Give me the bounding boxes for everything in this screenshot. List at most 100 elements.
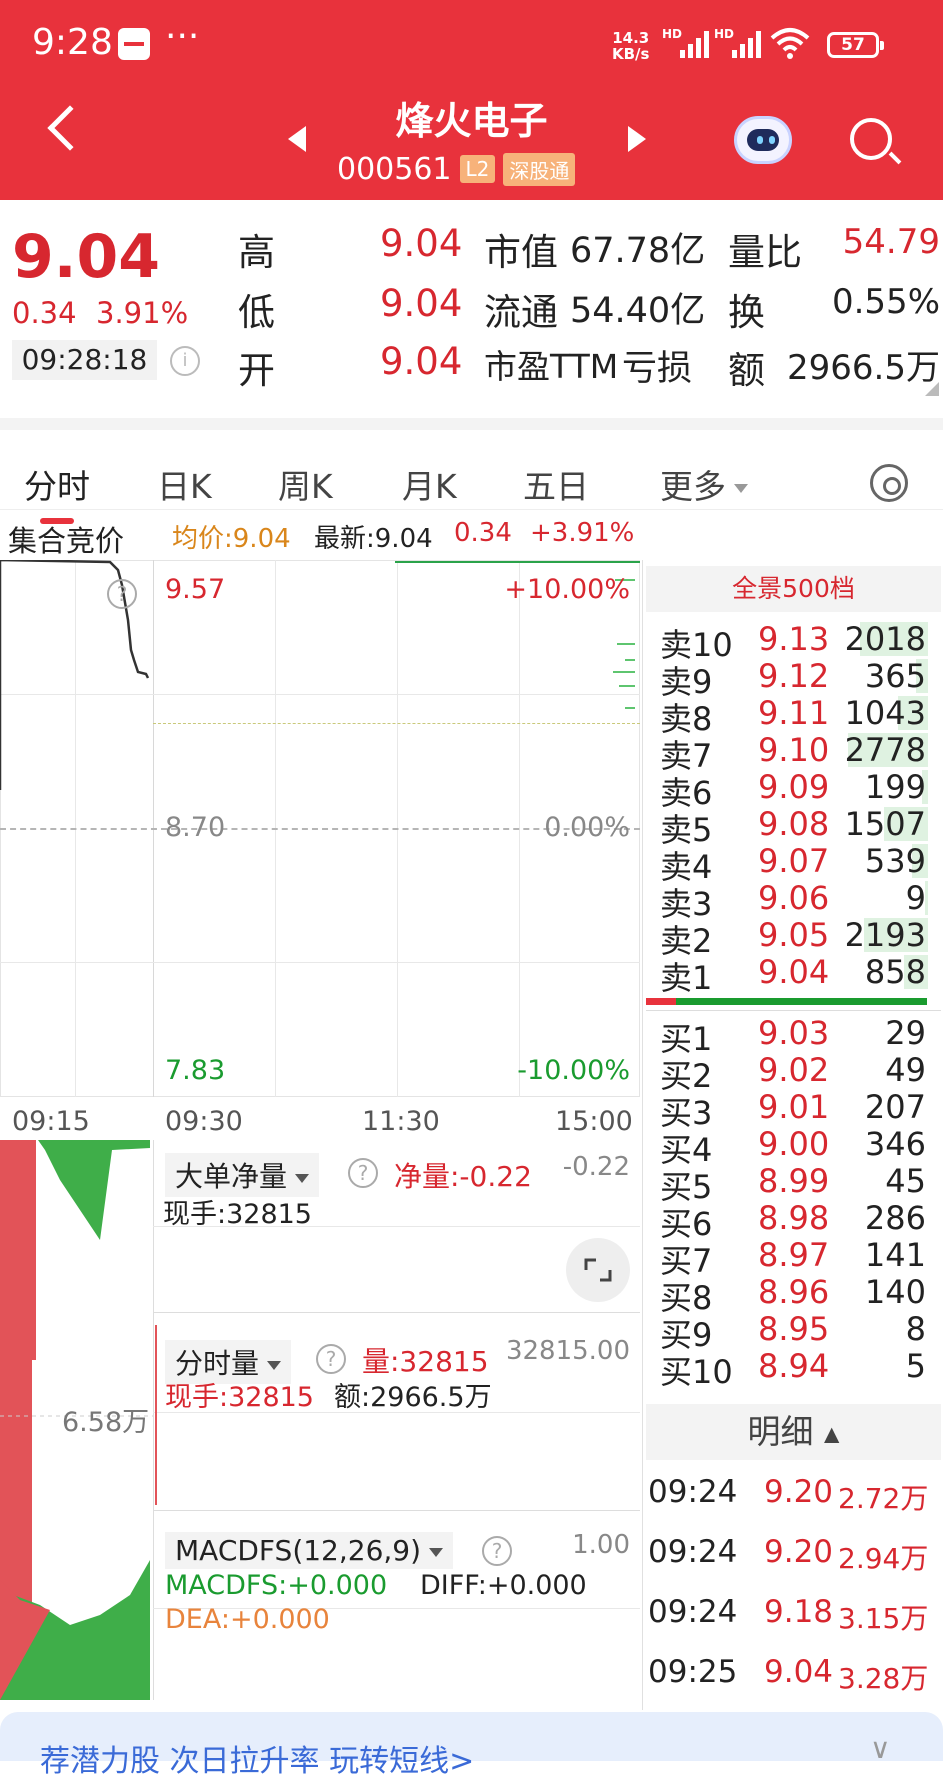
chevron-up-icon: ▲ bbox=[824, 1421, 840, 1446]
detail-time: 09:24 bbox=[648, 1594, 738, 1630]
tab-weekly-k[interactable]: 周K bbox=[278, 460, 333, 508]
grid-hline bbox=[0, 962, 640, 963]
buy-order-row[interactable]: 买6 8.98 286 bbox=[648, 1199, 938, 1243]
detail-time: 09:24 bbox=[648, 1474, 738, 1510]
buy-price: 9.00 bbox=[758, 1125, 830, 1163]
high-value: 9.04 bbox=[380, 222, 463, 265]
sell-order-row[interactable]: 卖5 9.08 1507 bbox=[648, 805, 938, 849]
spread-bar-green bbox=[676, 998, 927, 1005]
hd-label-1: HD bbox=[662, 27, 683, 41]
net-speed-unit: KB/s bbox=[612, 45, 650, 63]
sell-order-row[interactable]: 卖9 9.12 365 bbox=[648, 657, 938, 701]
promo-banner[interactable]: 荐潜力股 次日拉升率 玩转短线> ∨ bbox=[0, 1712, 943, 1779]
sell-price: 9.12 bbox=[758, 657, 830, 695]
float-label: 流通 bbox=[484, 291, 558, 334]
sell-order-row[interactable]: 卖8 9.11 1043 bbox=[648, 694, 938, 738]
avg-price: 均价:9.04 bbox=[172, 524, 291, 554]
tab-monthly-k[interactable]: 月K bbox=[402, 460, 457, 508]
battery-icon: 57 bbox=[827, 32, 884, 58]
help-icon[interactable]: ? bbox=[482, 1536, 512, 1566]
promo-text: 荐潜力股 次日拉升率 玩转短线> bbox=[40, 1744, 475, 1779]
tab-intraday[interactable]: 分时 bbox=[24, 460, 90, 508]
next-stock-icon[interactable] bbox=[628, 126, 646, 152]
hd-label-2: HD bbox=[714, 27, 735, 41]
chevron-down-icon[interactable]: ∨ bbox=[870, 1732, 891, 1765]
tab-daily-k[interactable]: 日K bbox=[157, 460, 212, 508]
chart-tabs: 分时 日K 周K 月K 五日 更多 bbox=[0, 418, 943, 524]
search-icon[interactable] bbox=[850, 118, 892, 160]
mcap-label: 市值 bbox=[484, 231, 558, 274]
pe-value: 亏损 bbox=[622, 349, 693, 389]
buy-order-row[interactable]: 买10 8.94 5 bbox=[648, 1347, 938, 1391]
buy-order-row[interactable]: 买2 9.02 49 bbox=[648, 1051, 938, 1095]
buy-price: 9.01 bbox=[758, 1088, 830, 1126]
buy-order-row[interactable]: 买4 9.00 346 bbox=[648, 1125, 938, 1169]
vr-label: 量比 bbox=[728, 231, 802, 274]
tab-five-day[interactable]: 五日 bbox=[523, 460, 589, 508]
sell-volume: 2193 bbox=[844, 916, 926, 954]
auction-label: 集合竞价 bbox=[8, 524, 125, 558]
info-change: 0.34 bbox=[454, 518, 512, 548]
sell-price: 9.11 bbox=[758, 694, 830, 732]
full-depth-button[interactable]: 全景500档 bbox=[646, 566, 941, 612]
sell-order-row[interactable]: 卖7 9.10 2778 bbox=[648, 731, 938, 775]
fullscreen-icon bbox=[584, 1258, 612, 1282]
info-icon[interactable]: i bbox=[170, 346, 200, 376]
macd-selector[interactable]: MACDFS(12,26,9) bbox=[165, 1532, 454, 1569]
expand-corner-icon[interactable] bbox=[925, 382, 939, 396]
buy-volume: 49 bbox=[885, 1051, 926, 1089]
sell-order-row[interactable]: 卖1 9.04 858 bbox=[648, 953, 938, 997]
tab-more[interactable]: 更多 bbox=[660, 460, 748, 508]
help-icon[interactable]: ? bbox=[316, 1344, 346, 1374]
chart-help-icon[interactable]: ? bbox=[107, 579, 137, 609]
buy-price: 9.03 bbox=[758, 1014, 830, 1052]
dea-value: DEA:+0.000 bbox=[165, 1604, 330, 1635]
sell-order-row[interactable]: 卖2 9.05 2193 bbox=[648, 916, 938, 960]
buy-volume: 8 bbox=[905, 1310, 926, 1348]
buy-order-row[interactable]: 买7 8.97 141 bbox=[648, 1236, 938, 1280]
sell-price: 9.09 bbox=[758, 768, 830, 806]
separator bbox=[646, 1010, 941, 1011]
status-bar: 9:28 ··· 14.3 KB/s HD HD 57 bbox=[0, 0, 943, 90]
buy-volume: 286 bbox=[864, 1199, 926, 1237]
x-time-label: 09:15 bbox=[12, 1106, 90, 1137]
change-pct: 3.91% bbox=[96, 296, 189, 330]
help-icon[interactable]: ? bbox=[348, 1158, 378, 1188]
sell-order-row[interactable]: 卖10 9.13 2018 bbox=[648, 620, 938, 664]
chevron-down-icon bbox=[429, 1547, 444, 1557]
buy-order-row[interactable]: 买5 8.99 45 bbox=[648, 1162, 938, 1206]
sell-order-row[interactable]: 卖4 9.07 539 bbox=[648, 842, 938, 886]
detail-price: 9.20 bbox=[764, 1534, 834, 1570]
buy-volume: 141 bbox=[864, 1236, 926, 1274]
buy-price: 8.95 bbox=[758, 1310, 830, 1348]
details-header[interactable]: 明细 ▲ bbox=[646, 1404, 941, 1460]
detail-row: 09:25 9.04 3.28万 bbox=[648, 1654, 938, 1695]
low-value: 9.04 bbox=[380, 282, 463, 325]
buy-order-row[interactable]: 买9 8.95 8 bbox=[648, 1310, 938, 1354]
details-title: 明细 bbox=[747, 1412, 814, 1451]
buy-order-row[interactable]: 买1 9.03 29 bbox=[648, 1014, 938, 1058]
sell-order-row[interactable]: 卖6 9.09 199 bbox=[648, 768, 938, 812]
buy-price: 8.96 bbox=[758, 1273, 830, 1311]
buy-volume: 45 bbox=[885, 1162, 926, 1200]
sell-level-label: 卖1 bbox=[660, 959, 713, 997]
buy-order-row[interactable]: 买8 8.96 140 bbox=[648, 1273, 938, 1317]
buy-volume: 346 bbox=[864, 1125, 926, 1163]
app-header: 9:28 ··· 14.3 KB/s HD HD 57 烽火电子 000561 … bbox=[0, 0, 943, 200]
big-order-selector[interactable]: 大单净量 bbox=[165, 1153, 320, 1197]
x-time-label: 09:30 bbox=[165, 1106, 243, 1137]
expand-panel-button[interactable] bbox=[566, 1238, 630, 1302]
quote-time: 09:28:18 bbox=[12, 340, 157, 380]
sell-price: 9.05 bbox=[758, 916, 830, 954]
sell-volume: 1507 bbox=[844, 805, 926, 843]
chevron-down-icon bbox=[295, 1173, 310, 1183]
price: 9.04 bbox=[12, 222, 161, 292]
chevron-down-icon bbox=[734, 484, 748, 493]
y-max-pct: +10.00% bbox=[504, 574, 630, 605]
settings-gear-icon[interactable] bbox=[870, 464, 908, 502]
turnover-label: 换 bbox=[728, 291, 765, 334]
buy-order-row[interactable]: 买3 9.01 207 bbox=[648, 1088, 938, 1132]
sell-order-row[interactable]: 卖3 9.06 9 bbox=[648, 879, 938, 923]
buy-price: 8.98 bbox=[758, 1199, 830, 1237]
assistant-robot-icon[interactable] bbox=[734, 116, 792, 164]
